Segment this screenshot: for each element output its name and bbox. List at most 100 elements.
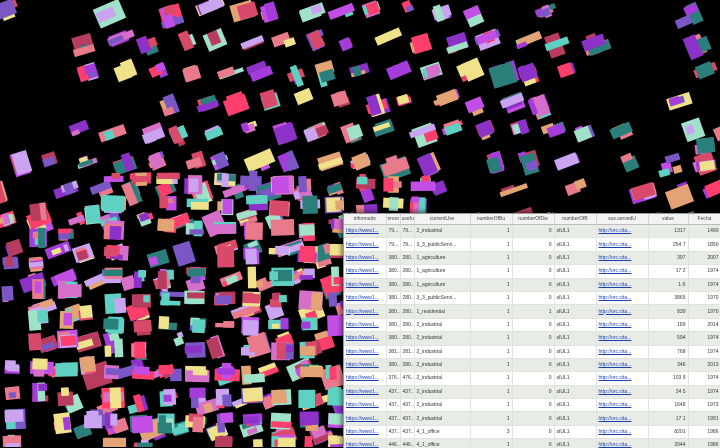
column-header[interactable]: value — [648, 214, 688, 225]
table-cell: sIUL1 — [554, 225, 596, 238]
table-cell: 0 — [512, 358, 554, 371]
table-cell[interactable]: http://orc.cita... — [596, 238, 648, 251]
building-footprint — [114, 339, 123, 358]
building-footprint — [220, 412, 234, 423]
table-cell[interactable]: https://www1... — [344, 345, 386, 358]
table-cell: 17 1 — [648, 412, 688, 425]
table-cell[interactable]: https://www1... — [344, 278, 386, 291]
table-cell[interactable]: https://www1... — [344, 225, 386, 238]
table-row[interactable]: https://www1...380...280...1_agriculture… — [344, 251, 720, 264]
column-header[interactable]: nreor — [386, 214, 400, 225]
table-cell[interactable]: http://orc.cita... — [596, 291, 648, 304]
table-cell: 1974 — [688, 332, 720, 345]
building-footprint — [279, 295, 287, 302]
table-cell[interactable]: http://orc.cita... — [596, 225, 648, 238]
building-footprint — [1, 286, 13, 301]
building-block — [78, 305, 93, 321]
table-cell[interactable]: https://www1... — [344, 412, 386, 425]
table-cell: 1973 — [688, 399, 720, 412]
table-cell[interactable]: http://orc.cita... — [596, 318, 648, 331]
building-footprint — [300, 411, 319, 425]
table-header-row: informationreorusefucurrentUsenumberOfBu… — [344, 214, 720, 225]
building-block — [55, 362, 78, 377]
table-row[interactable]: https://www1...380...280...3_3_publicSer… — [344, 291, 720, 304]
table-cell[interactable]: https://www1... — [344, 385, 386, 398]
table-row[interactable]: https://www1...380...280...1_agriculture… — [344, 278, 720, 291]
building-footprint — [5, 256, 13, 267]
building-block — [101, 387, 125, 409]
table-row[interactable]: https://www1...380...280...2_industrial1… — [344, 332, 720, 345]
table-row[interactable]: https://www1...437...437...2_industrial1… — [344, 385, 720, 398]
table-cell[interactable]: https://www1... — [344, 265, 386, 278]
table-row[interactable]: https://www1...437...437...2_industrial1… — [344, 412, 720, 425]
attribute-table-panel[interactable]: informationreorusefucurrentUsenumberOfBu… — [343, 213, 720, 448]
column-header[interactable]: informatio — [344, 214, 386, 225]
table-cell: 280... — [400, 358, 414, 371]
building-block — [271, 175, 295, 195]
table-row[interactable]: https://www1...380...280...2_industrial1… — [344, 318, 720, 331]
table-cell: 1 — [470, 372, 512, 385]
building-footprint — [271, 389, 287, 403]
building-footprint — [272, 324, 280, 329]
building-footprint — [38, 228, 45, 248]
table-cell[interactable]: https://www1... — [344, 372, 386, 385]
table-cell[interactable]: https://www1... — [344, 425, 386, 438]
building-footprint — [304, 436, 312, 447]
building-footprint — [159, 365, 174, 375]
table-cell[interactable]: http://orc.cita... — [596, 332, 648, 345]
table-cell[interactable]: http://orc.cita... — [596, 425, 648, 438]
building-block — [212, 222, 236, 234]
table-cell: 79... — [386, 225, 400, 238]
table-cell: 2_industrial — [414, 225, 470, 238]
table-cell[interactable]: https://www1... — [344, 318, 386, 331]
table-cell[interactable]: http://orc.cita... — [596, 345, 648, 358]
table-cell[interactable]: https://www1... — [344, 399, 386, 412]
table-cell[interactable]: http://orc.cita... — [596, 385, 648, 398]
table-row[interactable]: https://www1...380...280...1_residential… — [344, 305, 720, 318]
column-header[interactable]: usefu — [400, 214, 414, 225]
building-footprint — [58, 229, 71, 234]
table-cell[interactable]: https://www1... — [344, 332, 386, 345]
table-cell[interactable]: https://www1... — [344, 251, 386, 264]
table-cell: 281... — [400, 345, 414, 358]
table-cell: 2_industrial — [414, 345, 470, 358]
building-block — [246, 194, 268, 211]
table-row[interactable]: https://www1...437...437...2_industrial1… — [344, 399, 720, 412]
building-footprint — [187, 292, 205, 298]
table-cell[interactable]: http://orc.cita... — [596, 265, 648, 278]
table-row[interactable]: https://www1...79...79...2_industrial10s… — [344, 225, 720, 238]
table-row[interactable]: https://www1...79...79...3_3_publicServi… — [344, 238, 720, 251]
table-row[interactable]: https://www1...380...280...2_industrial1… — [344, 358, 720, 371]
building-footprint — [249, 342, 265, 353]
column-header[interactable]: numberOfDw — [512, 214, 554, 225]
table-cell[interactable]: http://orc.cita... — [596, 305, 648, 318]
building-footprint — [84, 415, 102, 428]
building-block — [269, 268, 294, 286]
column-header[interactable]: currentUse — [414, 214, 470, 225]
table-cell: 380... — [386, 265, 400, 278]
building-footprint — [60, 335, 76, 346]
table-row[interactable]: https://www1...380...280...1_agriculture… — [344, 265, 720, 278]
building-footprint — [103, 318, 118, 329]
column-header[interactable]: numberOfBu — [470, 214, 512, 225]
building-footprint — [80, 356, 96, 373]
column-header[interactable]: Fecha — [688, 214, 720, 225]
table-cell[interactable]: http://orc.cita... — [596, 358, 648, 371]
building-footprint — [242, 294, 260, 304]
column-header[interactable]: sus.servedU — [596, 214, 648, 225]
table-row[interactable]: https://www1...381...281...2_industrial1… — [344, 345, 720, 358]
table-cell[interactable]: http://orc.cita... — [596, 278, 648, 291]
table-cell[interactable]: https://www1... — [344, 238, 386, 251]
table-cell[interactable]: http://orc.cita... — [596, 412, 648, 425]
column-header[interactable]: numberOfB — [554, 214, 596, 225]
table-cell[interactable]: https://www1... — [344, 291, 386, 304]
table-row[interactable]: https://www1...437...437...4_1_office30s… — [344, 425, 720, 438]
table-cell[interactable]: https://www1... — [344, 305, 386, 318]
table-cell: 1 — [470, 305, 512, 318]
table-cell[interactable]: http://orc.cita... — [596, 399, 648, 412]
table-cell[interactable]: http://orc.cita... — [596, 251, 648, 264]
table-cell[interactable]: https://www1... — [344, 358, 386, 371]
table-cell[interactable]: http://orc.cita... — [596, 372, 648, 385]
table-row[interactable]: https://www1...376...476...2_industrial1… — [344, 372, 720, 385]
building-footprint — [157, 218, 174, 231]
